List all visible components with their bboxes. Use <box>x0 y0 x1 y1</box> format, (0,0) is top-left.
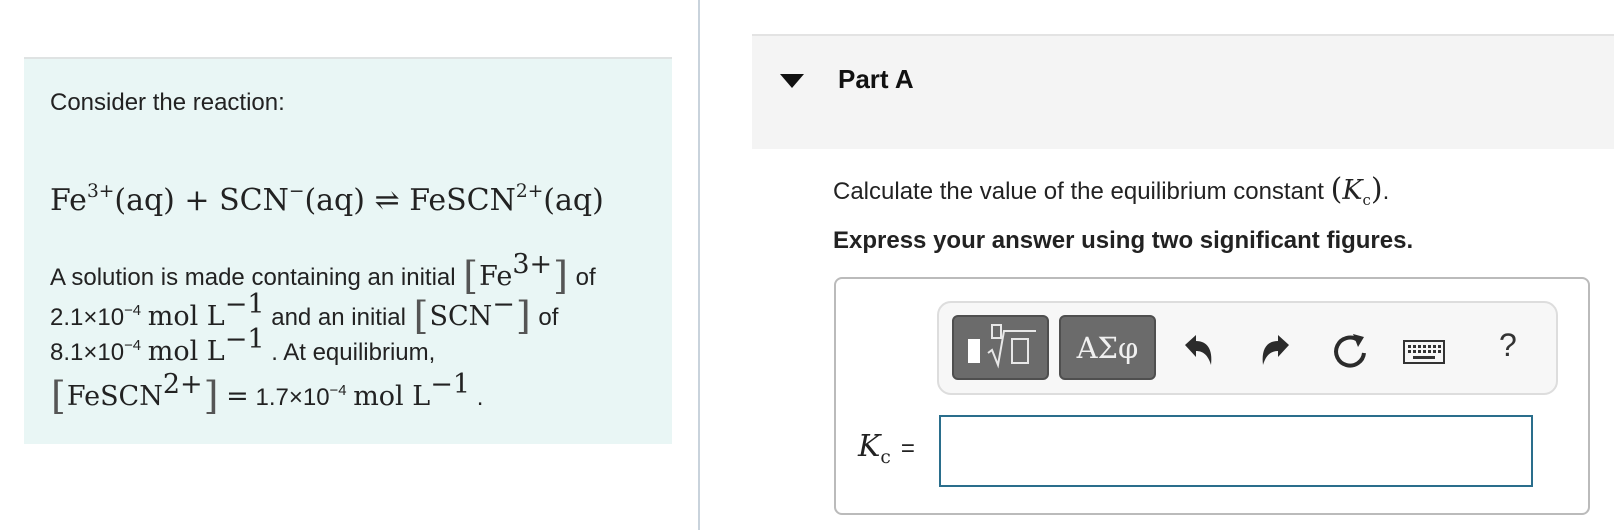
math-toolbar: ΑΣφ ? <box>937 301 1558 395</box>
problem-line-4: [FeSCN2+] = 1.7×10−4 mol L−1 . <box>51 369 484 418</box>
collapse-caret-icon[interactable] <box>780 74 804 88</box>
answer-box: ΑΣφ ? Kc = <box>834 277 1590 515</box>
answer-instruction: Express your answer using two significan… <box>833 227 1414 254</box>
symbols-button[interactable]: ΑΣφ <box>1059 315 1156 380</box>
panel-divider <box>698 0 700 530</box>
equilibrium-arrow: ⇌ <box>374 183 400 218</box>
problem-intro: Consider the reaction: <box>50 89 285 116</box>
problem-line-1: A solution is made containing an initial… <box>50 249 596 298</box>
help-button[interactable]: ? <box>1499 327 1517 364</box>
answer-input[interactable] <box>939 415 1533 487</box>
answer-label: Kc = <box>858 429 915 468</box>
problem-line-3: 8.1×10−4 mol L−1 . At equilibrium, <box>50 324 436 367</box>
redo-icon[interactable] <box>1255 331 1295 371</box>
templates-radical-icon <box>968 324 1036 369</box>
problem-line-2: 2.1×10−4 mol L−1 and an initial [SCN−] o… <box>50 289 559 338</box>
undo-icon[interactable] <box>1179 331 1219 371</box>
problem-panel: Consider the reaction: Fe3+(aq) + SCN−(a… <box>24 57 672 444</box>
reset-icon[interactable] <box>1331 331 1371 371</box>
templates-button[interactable] <box>952 315 1049 380</box>
reaction-equation: Fe3+(aq) + SCN−(aq) ⇌ FeSCN2+(aq) <box>50 181 604 218</box>
keyboard-icon[interactable] <box>1401 331 1447 371</box>
part-title: Part A <box>838 64 914 94</box>
question-text: Calculate the value of the equilibrium c… <box>833 172 1390 209</box>
part-header[interactable]: Part A <box>752 34 1614 149</box>
problem-description: A solution is made containing an initial… <box>50 249 650 418</box>
